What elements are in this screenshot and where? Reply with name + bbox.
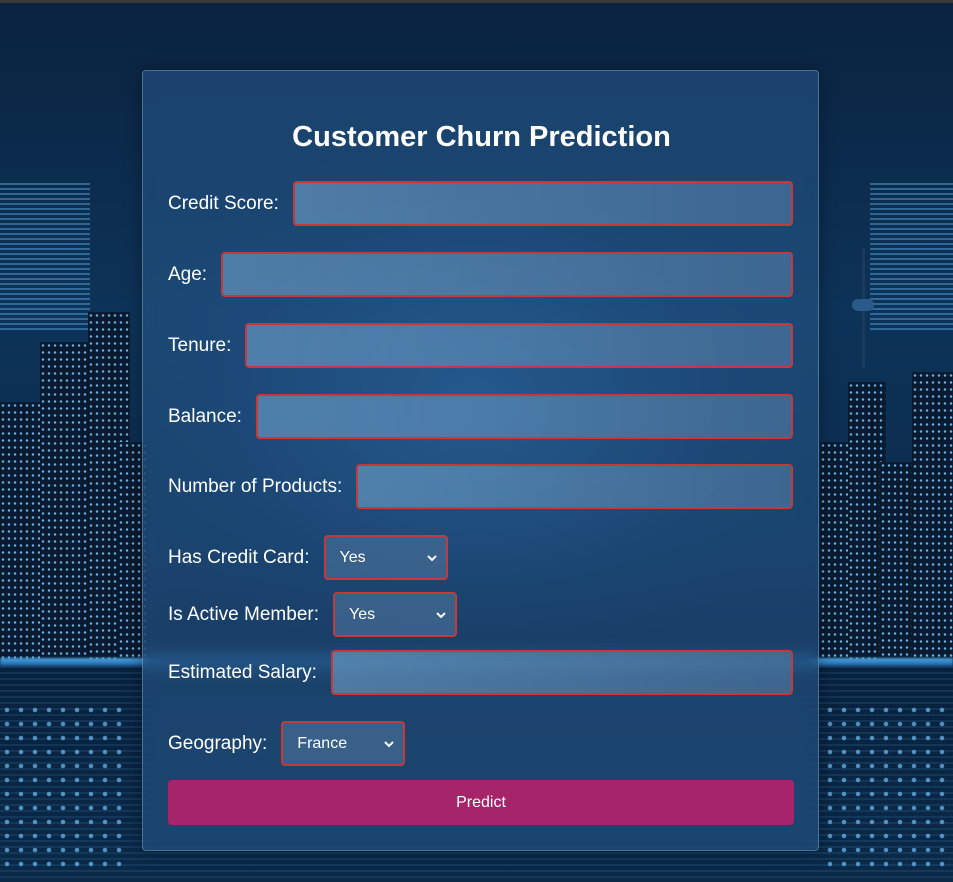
estimated-salary-label: Estimated Salary: [168,661,317,683]
geography-label: Geography: [168,732,268,754]
credit-score-label: Credit Score: [168,192,279,214]
tenure-input[interactable] [245,323,793,368]
has-credit-card-label: Has Credit Card: [168,546,310,568]
age-label: Age: [168,263,208,285]
age-row: Age: [168,252,793,297]
has-credit-card-value: Yes [339,548,366,566]
balance-row: Balance: [168,394,793,439]
predict-button[interactable]: Predict [168,780,794,825]
chevron-down-icon [436,611,446,618]
chevron-down-icon [426,554,437,561]
reflection-lights [0,703,130,873]
age-input[interactable] [221,252,793,297]
has-credit-card-select[interactable]: Yes [323,535,448,580]
left-light-stripes [0,183,90,333]
tv-tower-pod [852,299,874,311]
num-products-label: Number of Products: [168,475,343,497]
prediction-form-card: Customer Churn Prediction Credit Score: … [142,70,819,851]
tenure-label: Tenure: [168,334,232,356]
reflection-lights [823,703,953,873]
num-products-input[interactable] [356,464,793,509]
estimated-salary-input[interactable] [330,650,793,695]
has-credit-card-row: Has Credit Card: Yes [168,535,793,580]
building [0,402,45,662]
building [912,372,953,662]
right-light-stripes [870,183,953,333]
is-active-member-label: Is Active Member: [168,603,319,625]
page-title: Customer Churn Prediction [292,121,671,153]
estimated-salary-row: Estimated Salary: [168,650,793,695]
balance-label: Balance: [168,405,242,427]
building [880,462,915,662]
building [40,342,95,662]
credit-score-input[interactable] [292,181,793,226]
geography-row: Geography: France [168,721,793,766]
balance-input[interactable] [255,394,793,439]
chevron-down-icon [384,740,395,747]
geography-value: France [297,734,348,752]
tenure-row: Tenure: [168,323,793,368]
is-active-member-value: Yes [349,605,376,623]
geography-select[interactable]: France [281,721,406,766]
is-active-member-row: Is Active Member: Yes [168,592,793,637]
num-products-row: Number of Products: [168,464,793,509]
credit-score-row: Credit Score: [168,181,793,226]
is-active-member-select[interactable]: Yes [333,592,457,637]
